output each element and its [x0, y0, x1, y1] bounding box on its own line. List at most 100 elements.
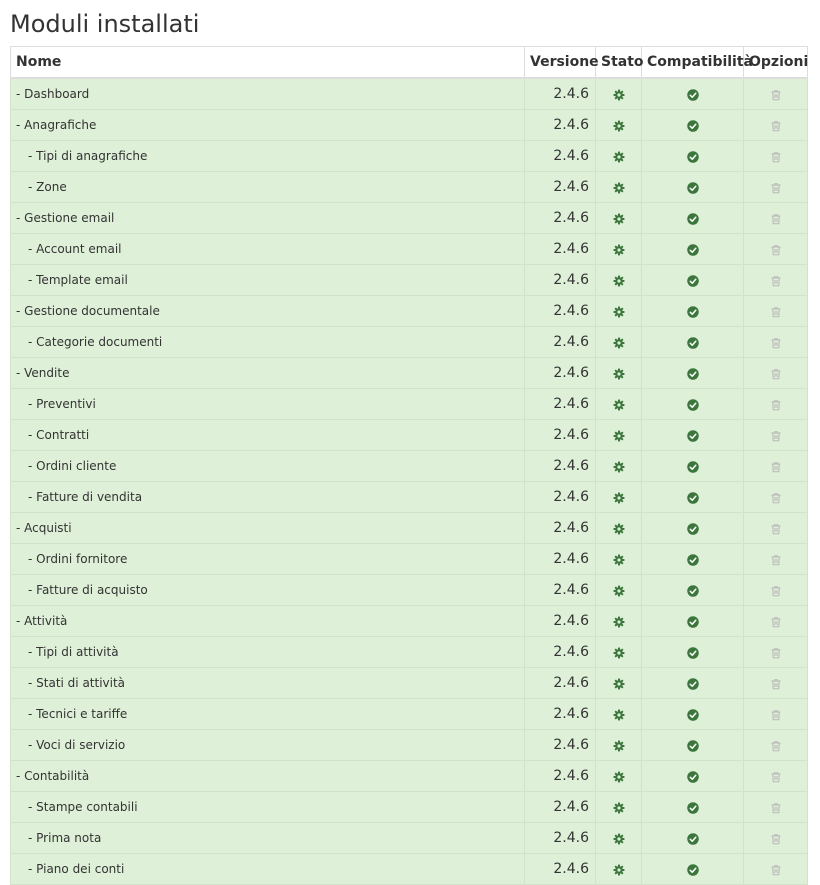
- gear-icon[interactable]: [613, 275, 625, 287]
- trash-icon[interactable]: [770, 492, 782, 504]
- trash-icon[interactable]: [770, 709, 782, 721]
- module-name: - Vendite: [10, 357, 525, 389]
- check-circle-icon: [686, 119, 699, 132]
- gear-icon[interactable]: [613, 833, 625, 845]
- gear-icon[interactable]: [613, 120, 625, 132]
- table-row: - Zone 2.4.6: [10, 171, 808, 203]
- trash-icon[interactable]: [770, 802, 782, 814]
- check-circle-icon: [686, 491, 699, 504]
- module-status-cell: [595, 326, 642, 358]
- trash-icon[interactable]: [770, 368, 782, 380]
- header-options: Opzioni: [743, 46, 808, 79]
- table-row: - Piano dei conti 2.4.6: [10, 853, 808, 885]
- trash-icon[interactable]: [770, 585, 782, 597]
- gear-icon[interactable]: [613, 554, 625, 566]
- table-row: - Stati di attività 2.4.6: [10, 667, 808, 699]
- module-options-cell: [743, 791, 808, 823]
- trash-icon[interactable]: [770, 213, 782, 225]
- gear-icon[interactable]: [613, 864, 625, 876]
- table-row: - Preventivi 2.4.6: [10, 388, 808, 420]
- gear-icon[interactable]: [613, 740, 625, 752]
- module-status-cell: [595, 729, 642, 761]
- table-row: - Tipi di anagrafiche 2.4.6: [10, 140, 808, 172]
- module-status-cell: [595, 574, 642, 606]
- trash-icon[interactable]: [770, 399, 782, 411]
- trash-icon[interactable]: [770, 306, 782, 318]
- module-name: - Piano dei conti: [10, 853, 525, 885]
- trash-icon[interactable]: [770, 647, 782, 659]
- module-compatibility-cell: [641, 729, 744, 761]
- check-circle-icon: [686, 336, 699, 349]
- gear-icon[interactable]: [613, 182, 625, 194]
- module-status-cell: [595, 140, 642, 172]
- gear-icon[interactable]: [613, 461, 625, 473]
- module-options-cell: [743, 140, 808, 172]
- table-row: - Contratti 2.4.6: [10, 419, 808, 451]
- gear-icon[interactable]: [613, 585, 625, 597]
- gear-icon[interactable]: [613, 430, 625, 442]
- module-version: 2.4.6: [524, 264, 596, 296]
- module-name: - Prima nota: [10, 822, 525, 854]
- check-circle-icon: [686, 708, 699, 721]
- module-compatibility-cell: [641, 388, 744, 420]
- gear-icon[interactable]: [613, 368, 625, 380]
- module-status-cell: [595, 512, 642, 544]
- module-compatibility-cell: [641, 481, 744, 513]
- trash-icon[interactable]: [770, 523, 782, 535]
- table-row: - Anagrafiche 2.4.6: [10, 109, 808, 141]
- gear-icon[interactable]: [613, 492, 625, 504]
- module-compatibility-cell: [641, 853, 744, 885]
- gear-icon[interactable]: [613, 213, 625, 225]
- gear-icon[interactable]: [613, 802, 625, 814]
- module-compatibility-cell: [641, 667, 744, 699]
- module-status-cell: [595, 450, 642, 482]
- module-options-cell: [743, 667, 808, 699]
- table-row: - Ordini cliente 2.4.6: [10, 450, 808, 482]
- trash-icon[interactable]: [770, 616, 782, 628]
- trash-icon[interactable]: [770, 833, 782, 845]
- trash-icon[interactable]: [770, 554, 782, 566]
- module-version: 2.4.6: [524, 388, 596, 420]
- gear-icon[interactable]: [613, 523, 625, 535]
- module-name: - Acquisti: [10, 512, 525, 544]
- trash-icon[interactable]: [770, 430, 782, 442]
- check-circle-icon: [686, 615, 699, 628]
- trash-icon[interactable]: [770, 771, 782, 783]
- check-circle-icon: [686, 212, 699, 225]
- trash-icon[interactable]: [770, 89, 782, 101]
- gear-icon[interactable]: [613, 616, 625, 628]
- gear-icon[interactable]: [613, 306, 625, 318]
- trash-icon[interactable]: [770, 678, 782, 690]
- gear-icon[interactable]: [613, 647, 625, 659]
- trash-icon[interactable]: [770, 182, 782, 194]
- module-options-cell: [743, 295, 808, 327]
- table-header: Nome Versione Stato Compatibilità Opzion…: [10, 46, 808, 79]
- trash-icon[interactable]: [770, 337, 782, 349]
- gear-icon[interactable]: [613, 337, 625, 349]
- gear-icon[interactable]: [613, 244, 625, 256]
- module-version: 2.4.6: [524, 636, 596, 668]
- trash-icon[interactable]: [770, 864, 782, 876]
- module-options-cell: [743, 357, 808, 389]
- trash-icon[interactable]: [770, 740, 782, 752]
- module-compatibility-cell: [641, 171, 744, 203]
- trash-icon[interactable]: [770, 151, 782, 163]
- module-options-cell: [743, 171, 808, 203]
- module-name: - Ordini cliente: [10, 450, 525, 482]
- check-circle-icon: [686, 367, 699, 380]
- trash-icon[interactable]: [770, 120, 782, 132]
- trash-icon[interactable]: [770, 244, 782, 256]
- module-options-cell: [743, 512, 808, 544]
- trash-icon[interactable]: [770, 275, 782, 287]
- module-name: - Categorie documenti: [10, 326, 525, 358]
- gear-icon[interactable]: [613, 678, 625, 690]
- gear-icon[interactable]: [613, 709, 625, 721]
- module-status-cell: [595, 419, 642, 451]
- trash-icon[interactable]: [770, 461, 782, 473]
- gear-icon[interactable]: [613, 89, 625, 101]
- gear-icon[interactable]: [613, 771, 625, 783]
- gear-icon[interactable]: [613, 151, 625, 163]
- module-version: 2.4.6: [524, 667, 596, 699]
- gear-icon[interactable]: [613, 399, 625, 411]
- module-options-cell: [743, 77, 808, 110]
